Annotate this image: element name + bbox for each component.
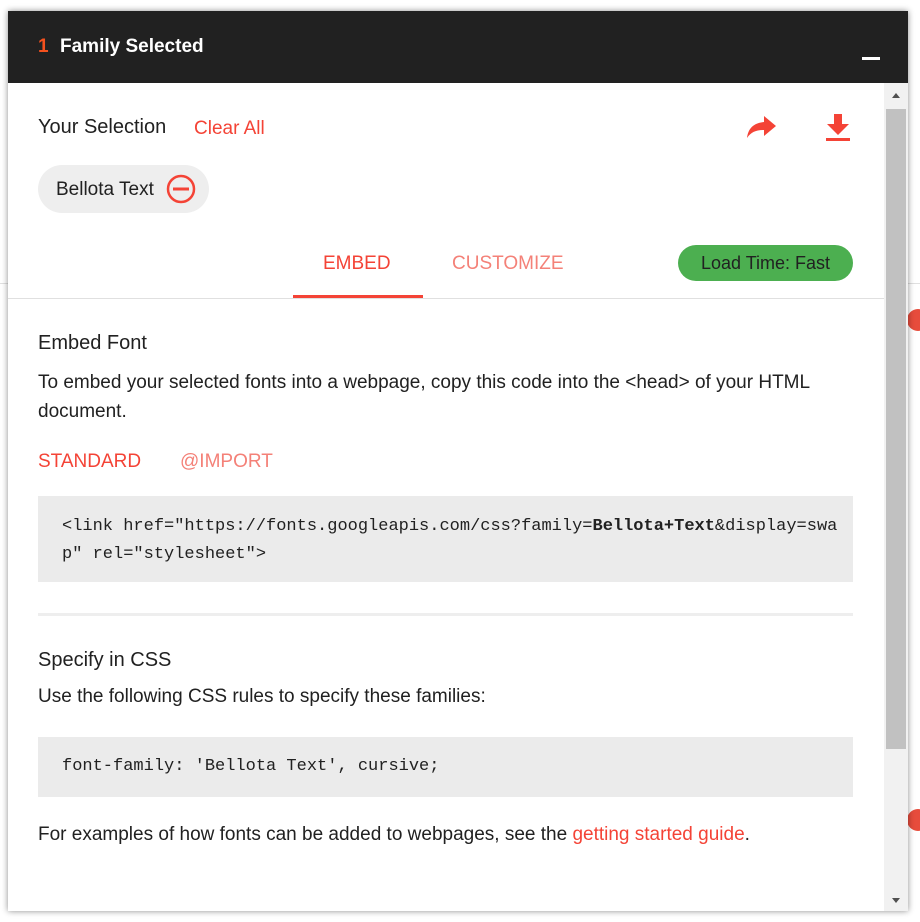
scrollbar[interactable] [884,83,908,911]
background-divider [0,283,8,284]
your-selection-label: Your Selection [38,116,167,138]
embed-font-heading: Embed Font [38,332,147,354]
drawer-title: Family Selected [60,36,204,57]
specify-css-heading: Specify in CSS [38,649,172,671]
load-time-badge: Load Time: Fast [678,245,853,281]
css-code[interactable]: font-family: 'Bellota Text', cursive; [62,757,439,776]
minus-circle-icon[interactable] [166,174,196,204]
font-chip: Bellota Text [38,165,209,213]
selection-drawer: 1 Family Selected Your Selection Clear A… [8,11,908,911]
subtab-import[interactable]: @IMPORT [180,451,273,473]
drawer-header[interactable]: 1 Family Selected [8,11,908,83]
code-family: Bellota+Text [592,517,715,536]
embed-description: To embed your selected fonts into a webp… [38,372,810,422]
minimize-icon[interactable] [862,57,880,60]
background-divider [908,283,920,284]
tabs-divider [8,298,884,299]
tab-embed[interactable]: EMBED [323,253,391,275]
scroll-down-icon[interactable] [892,898,900,903]
code-prefix: <link href="https://fonts.googleapis.com… [62,517,593,536]
chip-label: Bellota Text [56,179,154,200]
background-remove-badge-icon [907,309,920,331]
footer-text: For examples of how fonts can be added t… [38,824,573,845]
tab-customize[interactable]: CUSTOMIZE [452,253,564,275]
footer-note: For examples of how fonts can be added t… [38,824,750,846]
embed-code-block[interactable]: <link href="https://fonts.googleapis.com… [38,496,853,582]
css-description: Use the following CSS rules to specify t… [38,686,486,707]
getting-started-link[interactable]: getting started guide [572,824,744,845]
scroll-thumb[interactable] [886,109,906,749]
download-icon[interactable] [824,112,852,142]
background-remove-badge-icon [907,809,920,831]
clear-all-button[interactable]: Clear All [194,118,265,140]
family-count: 1 [38,36,49,57]
scroll-up-icon[interactable] [892,93,900,98]
css-code-block[interactable]: font-family: 'Bellota Text', cursive; [38,737,853,797]
subtab-standard[interactable]: STANDARD [38,451,141,473]
share-arrow-icon[interactable] [745,114,777,140]
embed-code[interactable]: <link href="https://fonts.googleapis.com… [62,513,842,569]
section-divider [38,613,853,616]
footer-end: . [744,824,750,845]
